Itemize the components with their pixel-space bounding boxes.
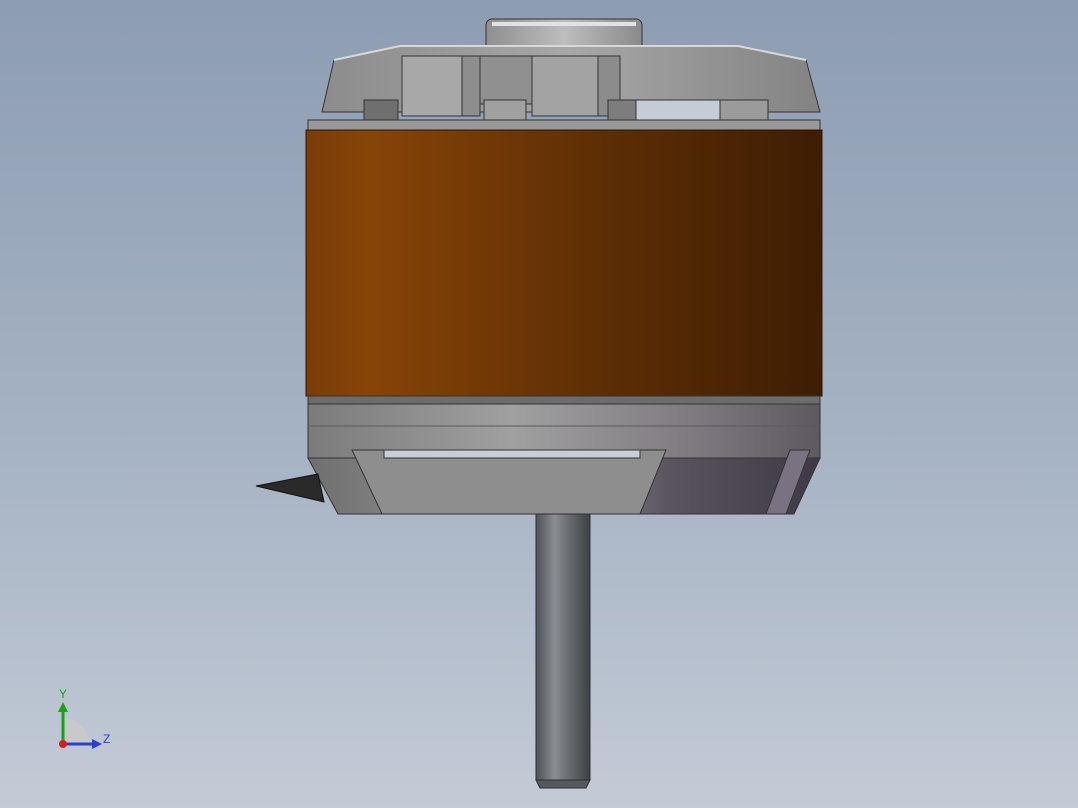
orientation-triad: Y Z [40,684,130,764]
graphics-viewport[interactable]: Y Z [0,0,1078,808]
bottom-mount [307,449,821,515]
motor-model[interactable] [0,0,1078,808]
rotor-can [305,129,823,397]
motor-shaft [535,513,591,789]
separator-band [307,395,821,405]
triad-y-label: Y [59,687,68,701]
lead-wire-tip [255,473,325,503]
triad-axes-icon [58,702,102,749]
end-bell-top [307,45,821,131]
triad-z-label: Z [103,732,111,746]
